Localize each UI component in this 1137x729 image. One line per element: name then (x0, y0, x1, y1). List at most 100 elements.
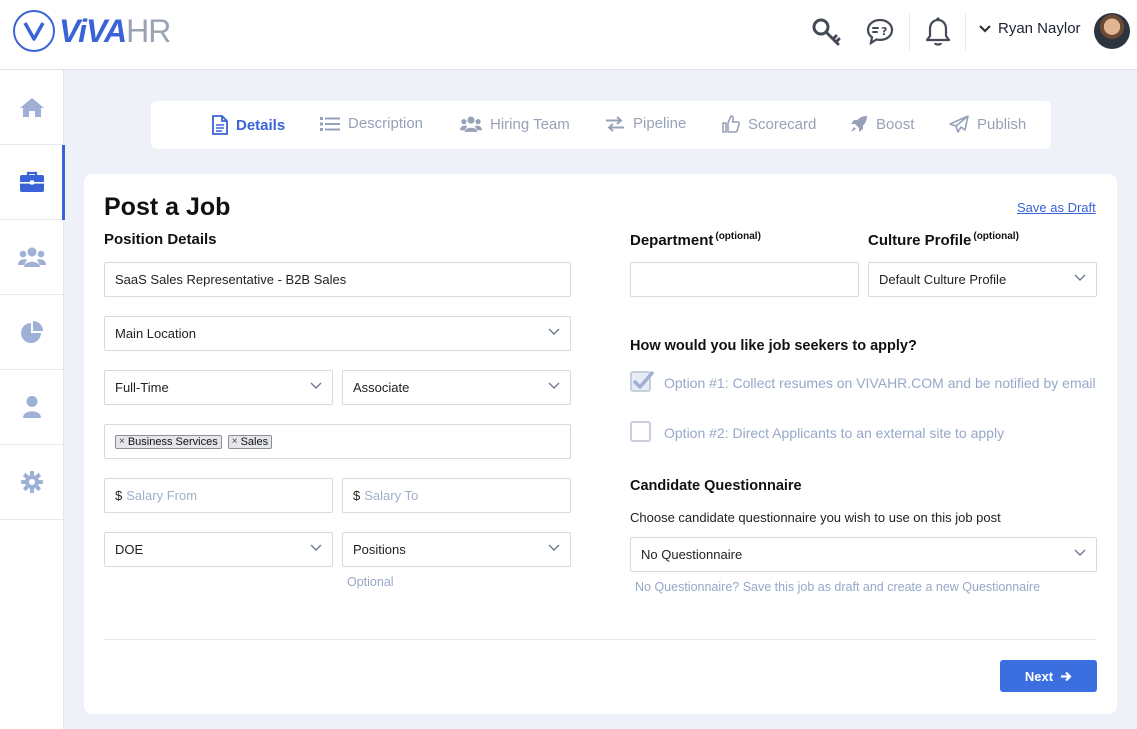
location-value: Main Location (115, 326, 196, 341)
culture-profile-label: Culture Profile (optional) (868, 231, 1019, 249)
chevron-down-icon (310, 544, 322, 551)
document-icon (212, 115, 228, 135)
job-title-value: SaaS Sales Representative - B2B Sales (115, 272, 347, 287)
salary-from-placeholder: Salary From (126, 488, 198, 503)
list-icon (320, 116, 340, 131)
job-steps-tabs: Details Description Hiring Team Pipeline… (151, 101, 1051, 149)
tab-label: Publish (977, 115, 1027, 133)
option2-label[interactable]: Option #2: Direct Applicants to an exter… (664, 423, 1104, 443)
tab-details[interactable]: Details (211, 115, 285, 135)
logo-hr-text: HR (126, 12, 171, 49)
culture-label-text: Culture Profile (868, 232, 972, 249)
location-select[interactable]: Main Location (104, 316, 571, 351)
user-name: Ryan Naylor (998, 20, 1081, 37)
currency-symbol: $ (115, 488, 123, 503)
avatar[interactable] (1094, 13, 1130, 49)
chevron-down-icon (548, 544, 560, 551)
culture-profile-value: Default Culture Profile (879, 272, 1007, 287)
exchange-icon (606, 115, 624, 132)
culture-profile-select[interactable]: Default Culture Profile (868, 262, 1097, 297)
page-title: Post a Job (104, 193, 231, 221)
tag-business-services[interactable]: × Business Services (115, 434, 222, 449)
employment-type-select[interactable]: Full-Time (104, 370, 333, 405)
pay-basis-value: DOE (115, 542, 144, 557)
questionnaire-value: No Questionnaire (641, 547, 743, 562)
employment-type-value: Full-Time (115, 380, 169, 395)
sidebar-item-reports[interactable] (0, 295, 64, 370)
tag-remove-icon[interactable]: × (119, 436, 125, 447)
next-button[interactable]: Next (1000, 660, 1097, 692)
department-label-text: Department (630, 232, 714, 249)
chevron-down-icon (979, 24, 991, 33)
save-as-draft-link[interactable]: Save as Draft (1017, 200, 1096, 215)
gear-icon (21, 471, 43, 493)
logo-v-icon (13, 10, 55, 52)
salary-to-input[interactable]: $ Salary To (342, 478, 571, 513)
svg-text:?: ? (881, 25, 887, 38)
department-input[interactable] (630, 262, 859, 297)
pay-basis-select[interactable]: DOE (104, 532, 333, 567)
positions-value: Positions (353, 542, 406, 557)
help-chat-icon[interactable]: ? (864, 16, 896, 48)
sidebar-item-profile[interactable] (0, 370, 64, 445)
tab-publish[interactable]: Publish (949, 115, 1026, 133)
tag-label: Business Services (127, 435, 218, 448)
tab-label: Boost (876, 115, 915, 133)
briefcase-icon (20, 171, 44, 192)
tab-label: Description (348, 115, 424, 132)
check-icon (632, 370, 655, 389)
sidebar (0, 70, 65, 729)
questionnaire-hint-link[interactable]: No Questionnaire? Save this job as draft… (635, 580, 1040, 594)
tab-label: Pipeline (633, 115, 687, 132)
thumbs-up-icon (722, 115, 740, 133)
sidebar-item-team[interactable] (0, 220, 64, 295)
position-details-label: Position Details (104, 231, 217, 248)
apply-question: How would you like job seekers to apply? (630, 338, 917, 354)
team-icon (460, 116, 482, 132)
department-optional: (optional) (715, 231, 761, 242)
option1-label[interactable]: Option #1: Collect resumes on VIVAHR.COM… (664, 373, 1104, 393)
sidebar-item-settings[interactable] (0, 445, 64, 520)
industry-tags-input[interactable]: × Business Services × Sales (104, 424, 571, 459)
level-value: Associate (353, 380, 410, 395)
tab-label: Details (236, 116, 286, 134)
tab-label: Scorecard (748, 115, 817, 133)
chevron-down-icon (310, 382, 322, 389)
currency-symbol: $ (353, 488, 361, 503)
questionnaire-select[interactable]: No Questionnaire (630, 537, 1097, 572)
tag-sales[interactable]: × Sales (227, 434, 273, 449)
team-icon (18, 247, 46, 267)
sidebar-item-jobs[interactable] (0, 145, 65, 220)
tab-pipeline[interactable]: Pipeline (605, 115, 686, 132)
top-header: ViVA HR ? Ryan Naylor (0, 0, 1137, 70)
salary-from-input[interactable]: $ Salary From (104, 478, 333, 513)
positions-select[interactable]: Positions (342, 532, 571, 567)
salary-to-placeholder: Salary To (364, 488, 419, 503)
user-menu[interactable]: Ryan Naylor (978, 20, 1081, 37)
tab-hiring-team[interactable]: Hiring Team (460, 115, 570, 133)
key-icon[interactable] (810, 16, 842, 48)
tab-label: Hiring Team (490, 115, 570, 133)
home-icon (20, 98, 44, 117)
level-select[interactable]: Associate (342, 370, 571, 405)
rocket-icon (851, 116, 867, 132)
bell-icon[interactable] (922, 16, 954, 48)
paper-plane-icon (949, 115, 969, 133)
tag-remove-icon[interactable]: × (232, 436, 238, 447)
viva-hr-logo[interactable]: ViVA HR (13, 10, 171, 52)
chevron-down-icon (548, 382, 560, 389)
logo-viva-text: ViVA (59, 12, 127, 49)
sidebar-item-home[interactable] (0, 70, 64, 145)
job-title-input[interactable]: SaaS Sales Representative - B2B Sales (104, 262, 571, 297)
tab-boost[interactable]: Boost (850, 115, 914, 133)
post-job-card: Post a Job Save as Draft Position Detail… (84, 174, 1117, 714)
tab-description[interactable]: Description (320, 115, 423, 132)
next-button-label: Next (1024, 668, 1054, 684)
option2-checkbox[interactable] (630, 421, 651, 442)
header-separator (909, 14, 910, 50)
footer-divider (104, 639, 1097, 640)
questionnaire-description: Choose candidate questionnaire you wish … (630, 510, 1001, 525)
pie-chart-icon (21, 321, 43, 343)
option1-checkbox[interactable] (630, 370, 655, 392)
tab-scorecard[interactable]: Scorecard (722, 115, 816, 133)
